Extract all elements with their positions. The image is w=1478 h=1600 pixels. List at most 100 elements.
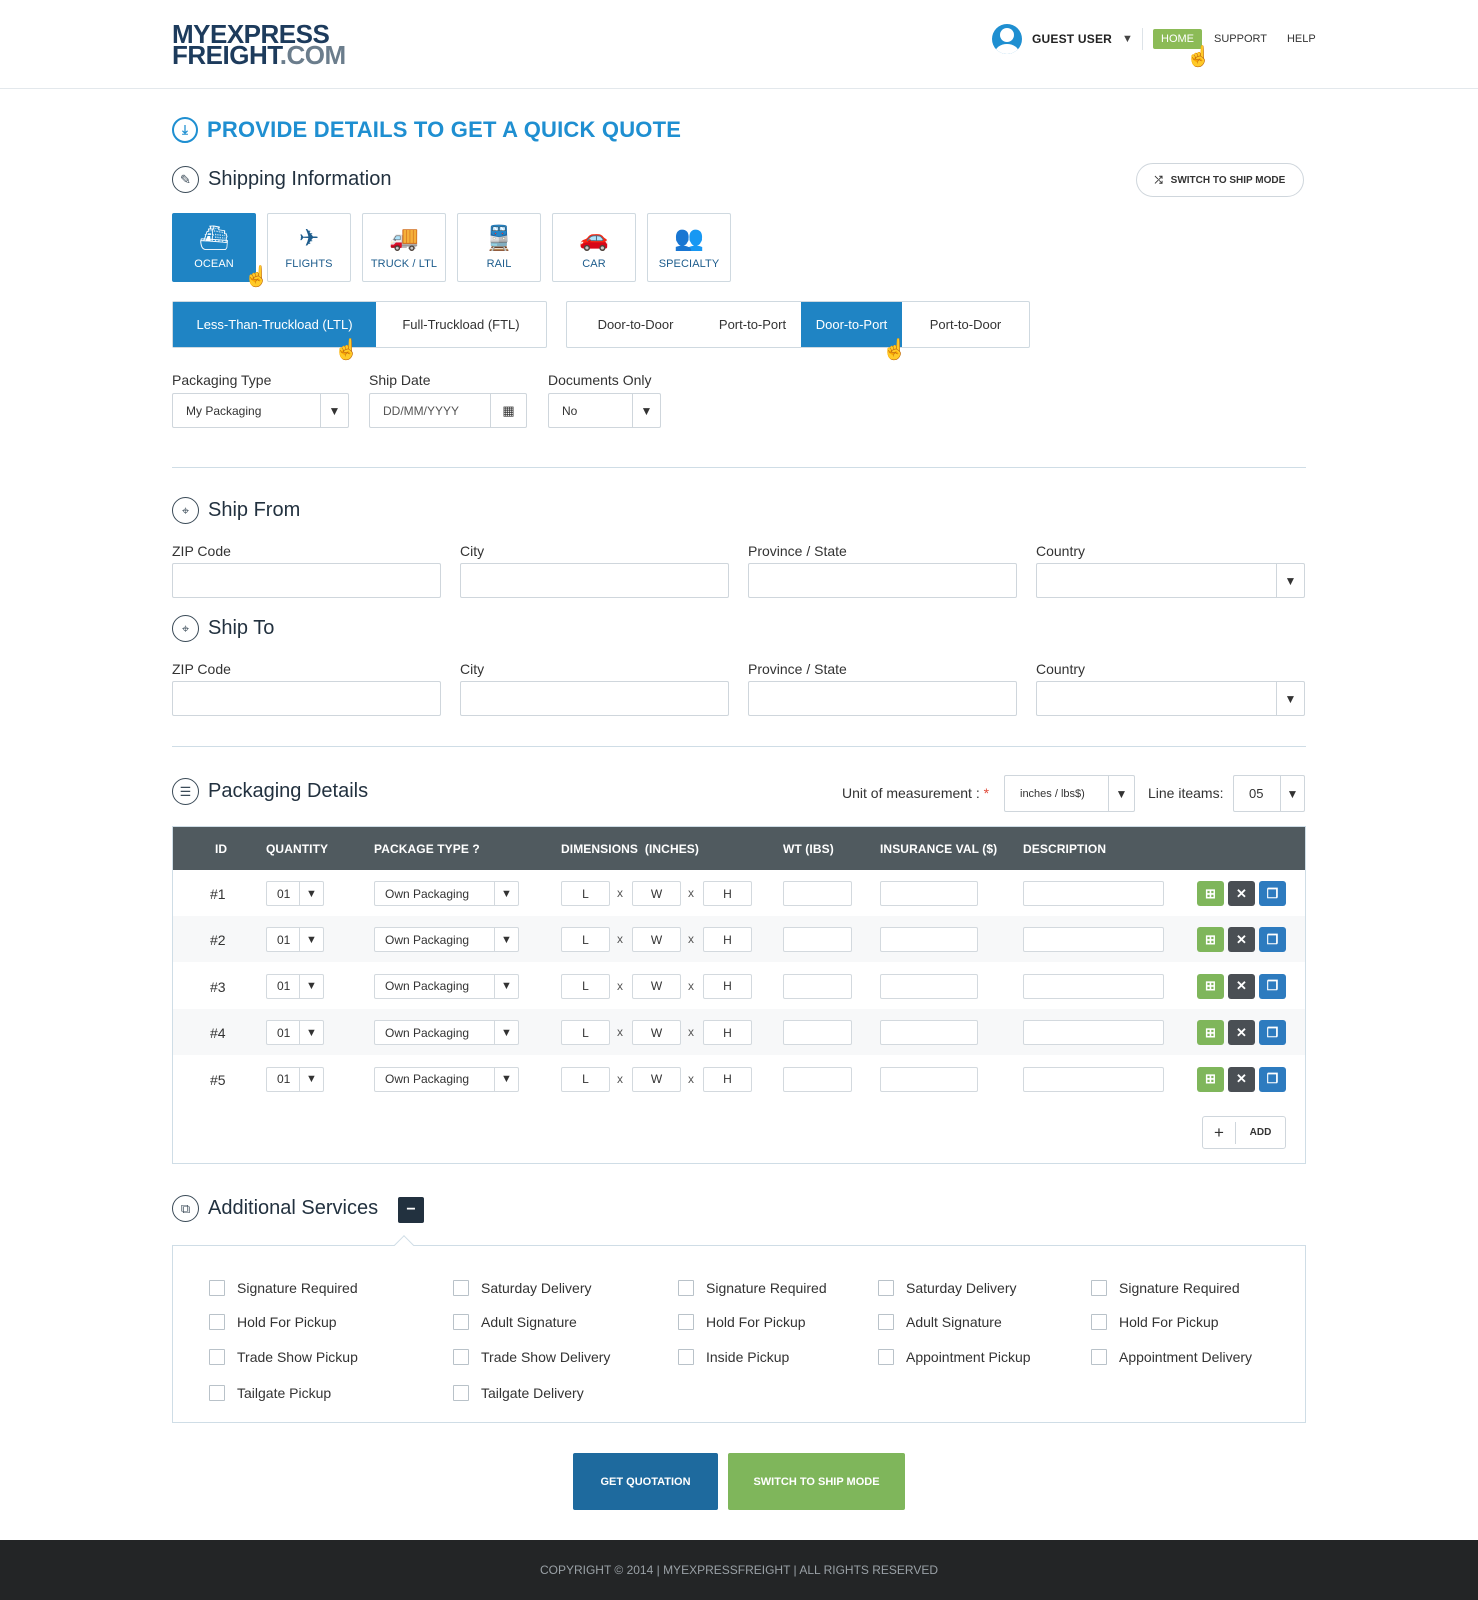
package-type-select[interactable]: Own Packaging ▼: [374, 1020, 519, 1046]
insurance-input[interactable]: [880, 1066, 978, 1092]
quantity-select[interactable]: 01 ▼: [266, 1066, 324, 1092]
checkbox[interactable]: [453, 1314, 469, 1330]
description-input[interactable]: [1023, 1066, 1164, 1092]
checkbox[interactable]: [209, 1314, 225, 1330]
line-items-select[interactable]: 05 ▼: [1233, 775, 1305, 812]
collapse-button[interactable]: −: [398, 1197, 424, 1223]
service-option[interactable]: Trade Show Delivery: [453, 1349, 610, 1365]
packaging-type-select[interactable]: My Packaging ▼: [172, 393, 349, 428]
get-quotation-button[interactable]: GET QUOTATION: [573, 1453, 718, 1510]
width-input[interactable]: W: [632, 973, 681, 999]
service-option[interactable]: Adult Signature: [453, 1314, 577, 1330]
description-input[interactable]: [1023, 973, 1164, 999]
service-option[interactable]: Hold For Pickup: [1091, 1314, 1219, 1330]
logo[interactable]: MYEXPRESS FREIGHT.COM: [172, 21, 346, 68]
door-to-door-option[interactable]: Door-to-Door: [567, 302, 704, 347]
switch-to-ship-mode-bottom-button[interactable]: SWITCH TO SHIP MODE: [728, 1453, 905, 1510]
package-type-select[interactable]: Own Packaging ▼: [374, 973, 519, 999]
to-state-input[interactable]: [748, 681, 1017, 716]
checkbox[interactable]: [453, 1349, 469, 1365]
close-icon[interactable]: ✕: [1228, 881, 1255, 906]
from-zip-input[interactable]: [172, 563, 441, 598]
width-input[interactable]: W: [632, 1066, 681, 1092]
checkbox[interactable]: [678, 1349, 694, 1365]
ftl-option[interactable]: Full-Truckload (FTL): [376, 302, 546, 347]
length-input[interactable]: L: [561, 881, 610, 906]
description-input[interactable]: [1023, 881, 1164, 906]
checkbox[interactable]: [453, 1385, 469, 1401]
insurance-input[interactable]: [880, 973, 978, 999]
from-city-input[interactable]: [460, 563, 729, 598]
chevron-down-icon[interactable]: ▼: [1122, 33, 1133, 45]
from-country-select[interactable]: ▼: [1036, 563, 1305, 598]
checkbox[interactable]: [678, 1314, 694, 1330]
from-state-input[interactable]: [748, 563, 1017, 598]
package-type-select[interactable]: Own Packaging ▼: [374, 1066, 519, 1092]
quantity-select[interactable]: 01 ▼: [266, 927, 324, 953]
nav-help[interactable]: HELP: [1279, 29, 1324, 49]
checkbox[interactable]: [1091, 1280, 1107, 1296]
height-input[interactable]: H: [703, 1020, 752, 1046]
mode-car[interactable]: 🚗 CAR: [552, 213, 636, 282]
add-line-icon[interactable]: ⊞: [1197, 1020, 1224, 1046]
ship-date-input[interactable]: DD/MM/YYYY ▦: [369, 393, 527, 428]
service-option[interactable]: Appointment Delivery: [1091, 1349, 1252, 1365]
checkbox[interactable]: [678, 1280, 694, 1296]
to-city-input[interactable]: [460, 681, 729, 716]
quantity-select[interactable]: 01 ▼: [266, 973, 324, 999]
checkbox[interactable]: [878, 1314, 894, 1330]
service-option[interactable]: Saturday Delivery: [453, 1280, 592, 1296]
add-line-icon[interactable]: ⊞: [1197, 881, 1224, 906]
weight-input[interactable]: [783, 1066, 852, 1092]
copy-icon[interactable]: ❐: [1259, 1020, 1286, 1046]
service-option[interactable]: Hold For Pickup: [678, 1314, 806, 1330]
nav-support[interactable]: SUPPORT: [1206, 29, 1275, 49]
checkbox[interactable]: [209, 1349, 225, 1365]
service-option[interactable]: Inside Pickup: [678, 1349, 789, 1365]
add-row-button[interactable]: + ADD: [1202, 1116, 1286, 1149]
copy-icon[interactable]: ❐: [1259, 1066, 1286, 1092]
service-option[interactable]: Hold For Pickup: [209, 1314, 337, 1330]
switch-to-ship-mode-button[interactable]: ⤮ SWITCH TO SHIP MODE: [1136, 163, 1304, 197]
service-option[interactable]: Signature Required: [678, 1280, 827, 1296]
height-input[interactable]: H: [703, 927, 752, 953]
service-option[interactable]: Signature Required: [1091, 1280, 1240, 1296]
checkbox[interactable]: [878, 1349, 894, 1365]
mode-flights[interactable]: ✈ FLIGHTS: [267, 213, 351, 282]
documents-only-select[interactable]: No ▼: [548, 393, 661, 428]
checkbox[interactable]: [1091, 1349, 1107, 1365]
description-input[interactable]: [1023, 927, 1164, 953]
user-menu[interactable]: GUEST USER ▼: [992, 24, 1133, 54]
checkbox[interactable]: [878, 1280, 894, 1296]
width-input[interactable]: W: [632, 1020, 681, 1046]
mode-specialty[interactable]: 👥 SPECIALTY: [647, 213, 731, 282]
service-option[interactable]: Adult Signature: [878, 1314, 1002, 1330]
copy-icon[interactable]: ❐: [1259, 973, 1286, 999]
weight-input[interactable]: [783, 881, 852, 906]
close-icon[interactable]: ✕: [1228, 1020, 1255, 1046]
width-input[interactable]: W: [632, 927, 681, 953]
length-input[interactable]: L: [561, 1020, 610, 1046]
service-option[interactable]: Appointment Pickup: [878, 1349, 1031, 1365]
checkbox[interactable]: [1091, 1314, 1107, 1330]
weight-input[interactable]: [783, 927, 852, 953]
package-type-select[interactable]: Own Packaging ▼: [374, 927, 519, 953]
quantity-select[interactable]: 01 ▼: [266, 1020, 324, 1046]
checkbox[interactable]: [209, 1280, 225, 1296]
checkbox[interactable]: [453, 1280, 469, 1296]
to-zip-input[interactable]: [172, 681, 441, 716]
mode-truck[interactable]: 🚚 TRUCK / LTL: [362, 213, 446, 282]
insurance-input[interactable]: [880, 881, 978, 906]
port-to-door-option[interactable]: Port-to-Door: [902, 302, 1029, 347]
service-option[interactable]: Saturday Delivery: [878, 1280, 1017, 1296]
service-option[interactable]: Tailgate Pickup: [209, 1385, 331, 1401]
checkbox[interactable]: [209, 1385, 225, 1401]
close-icon[interactable]: ✕: [1228, 973, 1255, 999]
add-line-icon[interactable]: ⊞: [1197, 927, 1224, 953]
quantity-select[interactable]: 01 ▼: [266, 881, 324, 906]
weight-input[interactable]: [783, 973, 852, 999]
copy-icon[interactable]: ❐: [1259, 881, 1286, 906]
add-line-icon[interactable]: ⊞: [1197, 973, 1224, 999]
description-input[interactable]: [1023, 1020, 1164, 1046]
width-input[interactable]: W: [632, 881, 681, 906]
